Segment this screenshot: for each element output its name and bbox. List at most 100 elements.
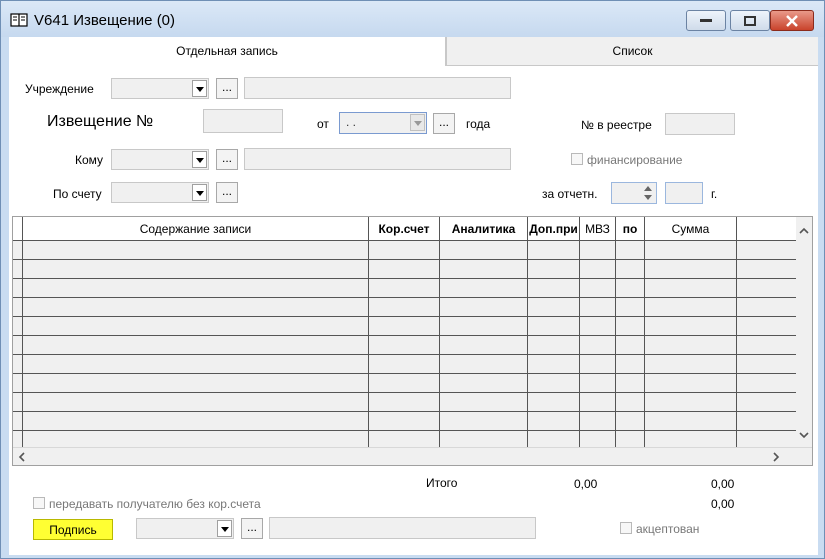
table-cell[interactable] bbox=[369, 393, 440, 412]
table-cell[interactable] bbox=[13, 412, 23, 431]
table-cell[interactable] bbox=[528, 317, 580, 336]
signer-name-field[interactable] bbox=[269, 517, 536, 539]
table-cell[interactable] bbox=[13, 298, 23, 317]
notice-number-field[interactable] bbox=[203, 109, 283, 133]
chevron-down-icon[interactable] bbox=[192, 80, 207, 97]
institution-name-field[interactable] bbox=[244, 77, 511, 99]
financing-checkbox[interactable] bbox=[571, 153, 583, 165]
column-header[interactable]: Аналитика bbox=[440, 217, 528, 241]
table-cell[interactable] bbox=[440, 260, 528, 279]
horizontal-scrollbar[interactable] bbox=[13, 447, 812, 465]
table-cell[interactable] bbox=[440, 431, 528, 447]
table-cell[interactable] bbox=[440, 279, 528, 298]
table-cell[interactable] bbox=[13, 336, 23, 355]
table-cell[interactable] bbox=[13, 241, 23, 260]
tab-single-record[interactable]: Отдельная запись bbox=[9, 37, 446, 66]
title-bar[interactable]: V641 Извещение (0) bbox=[1, 1, 824, 37]
table-cell[interactable] bbox=[645, 374, 737, 393]
table-cell[interactable] bbox=[23, 355, 369, 374]
table-cell[interactable] bbox=[616, 317, 645, 336]
table-cell[interactable] bbox=[440, 393, 528, 412]
table-cell[interactable] bbox=[13, 355, 23, 374]
table-cell[interactable] bbox=[580, 336, 616, 355]
chevron-down-icon[interactable] bbox=[192, 184, 207, 201]
table-cell[interactable] bbox=[528, 298, 580, 317]
table-cell[interactable] bbox=[580, 374, 616, 393]
to-combo[interactable] bbox=[111, 149, 209, 170]
table-cell[interactable] bbox=[580, 431, 616, 447]
table-row[interactable] bbox=[13, 355, 797, 374]
table-cell[interactable] bbox=[645, 393, 737, 412]
table-cell[interactable] bbox=[528, 279, 580, 298]
column-header[interactable]: Содержание записи bbox=[23, 217, 369, 241]
table-cell[interactable] bbox=[528, 393, 580, 412]
period-spinner[interactable] bbox=[611, 182, 657, 204]
send-without-account-checkbox[interactable] bbox=[33, 497, 45, 509]
table-cell[interactable] bbox=[580, 298, 616, 317]
table-cell[interactable] bbox=[616, 393, 645, 412]
table-cell[interactable] bbox=[23, 298, 369, 317]
table-cell[interactable] bbox=[23, 374, 369, 393]
table-cell[interactable] bbox=[528, 241, 580, 260]
table-cell[interactable] bbox=[616, 298, 645, 317]
column-header[interactable]: Сумма bbox=[645, 217, 737, 241]
table-cell[interactable] bbox=[616, 241, 645, 260]
table-cell[interactable] bbox=[440, 374, 528, 393]
table-cell[interactable] bbox=[645, 279, 737, 298]
maximize-button[interactable] bbox=[730, 10, 770, 31]
table-cell[interactable] bbox=[369, 431, 440, 447]
table-cell[interactable] bbox=[580, 355, 616, 374]
year-field[interactable] bbox=[665, 182, 703, 204]
table-cell[interactable] bbox=[23, 336, 369, 355]
table-cell[interactable] bbox=[645, 412, 737, 431]
table-cell[interactable] bbox=[528, 336, 580, 355]
table-cell[interactable] bbox=[23, 431, 369, 447]
table-row[interactable] bbox=[13, 260, 797, 279]
table-cell[interactable] bbox=[616, 336, 645, 355]
date-lookup-button[interactable]: ... bbox=[433, 113, 455, 134]
table-cell[interactable] bbox=[580, 260, 616, 279]
column-header[interactable]: Кор.счет bbox=[369, 217, 440, 241]
table-cell[interactable] bbox=[580, 317, 616, 336]
column-header[interactable]: МВЗ bbox=[580, 217, 616, 241]
table-cell[interactable] bbox=[369, 412, 440, 431]
table-row[interactable] bbox=[13, 374, 797, 393]
table-cell[interactable] bbox=[13, 374, 23, 393]
table-cell[interactable] bbox=[616, 374, 645, 393]
table-row[interactable] bbox=[13, 412, 797, 431]
table-cell[interactable] bbox=[369, 260, 440, 279]
table-cell[interactable] bbox=[13, 260, 23, 279]
accepted-checkbox[interactable] bbox=[620, 522, 632, 534]
institution-combo[interactable] bbox=[111, 78, 209, 99]
table-cell[interactable] bbox=[440, 412, 528, 431]
table-cell[interactable] bbox=[580, 393, 616, 412]
table-row[interactable] bbox=[13, 298, 797, 317]
table-row[interactable] bbox=[13, 336, 797, 355]
table-cell[interactable] bbox=[369, 279, 440, 298]
column-header[interactable]: по bbox=[616, 217, 645, 241]
table-cell[interactable] bbox=[528, 412, 580, 431]
table-cell[interactable] bbox=[369, 298, 440, 317]
chevron-down-icon[interactable] bbox=[217, 520, 232, 537]
table-cell[interactable] bbox=[13, 317, 23, 336]
table-cell[interactable] bbox=[616, 279, 645, 298]
table-cell[interactable] bbox=[616, 431, 645, 447]
table-row[interactable] bbox=[13, 279, 797, 298]
sign-button[interactable]: Подпись bbox=[33, 519, 113, 540]
table-cell[interactable] bbox=[13, 393, 23, 412]
table-cell[interactable] bbox=[580, 279, 616, 298]
to-lookup-button[interactable]: ... bbox=[216, 149, 238, 170]
table-cell[interactable] bbox=[616, 412, 645, 431]
table-cell[interactable] bbox=[645, 336, 737, 355]
table-cell[interactable] bbox=[13, 431, 23, 447]
institution-lookup-button[interactable]: ... bbox=[216, 78, 238, 99]
date-picker[interactable]: . . bbox=[339, 112, 427, 134]
table-row[interactable] bbox=[13, 431, 797, 447]
table-cell[interactable] bbox=[369, 317, 440, 336]
table-row[interactable] bbox=[13, 393, 797, 412]
table-cell[interactable] bbox=[369, 336, 440, 355]
table-cell[interactable] bbox=[616, 260, 645, 279]
table-cell[interactable] bbox=[440, 317, 528, 336]
table-cell[interactable] bbox=[23, 279, 369, 298]
table-cell[interactable] bbox=[369, 374, 440, 393]
